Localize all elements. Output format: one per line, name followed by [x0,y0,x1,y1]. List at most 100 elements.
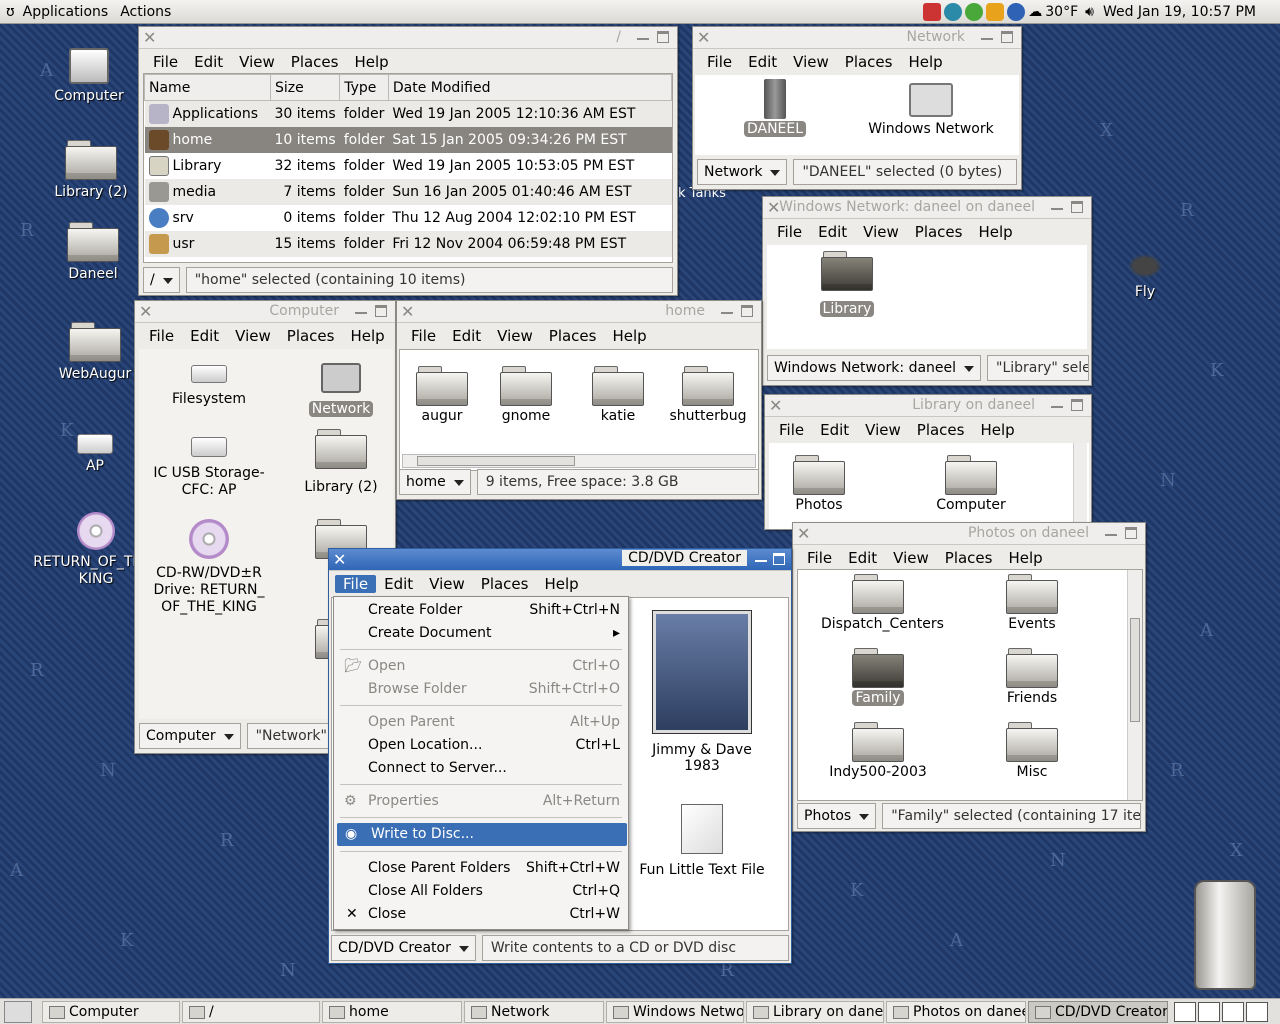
titlebar[interactable]: ✕/ [139,27,677,49]
close-icon[interactable]: ✕ [769,396,782,415]
close-icon[interactable]: ✕ [139,302,152,321]
table-row[interactable]: media7 itemsfolderSun 16 Jan 2005 01:40:… [145,179,672,205]
menu-view[interactable]: View [227,327,279,345]
show-desktop-icon[interactable] [4,1001,32,1023]
task-photos[interactable]: Photos on daneel [886,1001,1026,1023]
phone-icon[interactable] [923,3,941,21]
folder-family[interactable]: Family [818,648,938,706]
menu-places[interactable]: Places [937,549,1001,567]
menu-item-close-parent[interactable]: Close Parent FoldersShift+Ctrl+W [334,857,628,880]
folder-computer[interactable]: Computer [911,455,1031,513]
menu-help[interactable]: Help [1000,549,1050,567]
task-library[interactable]: Library on daneel [746,1001,884,1023]
titlebar[interactable]: ✕Library on daneel [765,395,1091,417]
item-filesystem[interactable]: Filesystem [149,365,269,407]
workspace-1[interactable] [1174,1002,1196,1022]
maximize-icon[interactable] [1071,201,1083,213]
minimize-icon[interactable] [981,28,993,40]
item-network[interactable]: Network [281,363,396,417]
menu-places[interactable]: Places [279,327,343,345]
menu-item-write-to-disc[interactable]: ◉Write to Disc... [337,823,627,846]
titlebar[interactable]: ✕Photos on daneel [793,523,1145,545]
share-library[interactable]: Library [787,251,907,317]
scrollbar[interactable] [1073,443,1087,530]
location-combo[interactable]: Computer [139,723,241,749]
menu-file[interactable]: File [799,549,840,567]
desktop-icon-fly[interactable]: Fly [1090,252,1200,300]
maximize-icon[interactable] [375,305,387,317]
menu-edit[interactable]: Edit [740,53,785,71]
item-usb-storage[interactable]: IC USB Storage-CFC: AP [149,437,269,499]
user-icon[interactable] [986,3,1004,21]
desktop-icon-library[interactable]: Library (2) [36,140,146,200]
location-combo[interactable]: / [143,267,180,293]
folder-friends[interactable]: Friends [972,648,1092,706]
workspace-4[interactable] [1246,1002,1268,1022]
close-icon[interactable]: ✕ [401,302,414,321]
menu-item-connect-server[interactable]: Connect to Server... [334,757,628,780]
scrollbar-thumb[interactable] [417,456,575,466]
maximize-icon[interactable] [741,305,753,317]
menu-help[interactable]: Help [972,421,1022,439]
menu-file[interactable]: File [769,223,810,241]
menu-view[interactable]: View [231,53,283,71]
task-cd-creator[interactable]: CD/DVD Creator [1028,1001,1168,1023]
menu-places[interactable]: Places [837,53,901,71]
close-icon[interactable]: ✕ [143,28,156,47]
folder-misc[interactable]: Misc [972,722,1092,780]
workspace-switcher[interactable] [1174,1002,1268,1022]
menu-item-properties[interactable]: ⚙PropertiesAlt+Return [334,790,628,813]
menu-view[interactable]: View [421,575,473,593]
maximize-icon[interactable] [1125,527,1137,539]
desktop-icon-computer[interactable]: Computer [34,48,144,104]
maximize-icon[interactable] [1001,31,1013,43]
menu-help[interactable]: Help [604,327,654,345]
menu-edit[interactable]: Edit [444,327,489,345]
titlebar[interactable]: ✕Computer [135,301,395,323]
location-combo[interactable]: Windows Network: daneel [767,355,981,381]
file-jimmy-dave-photo[interactable]: Jimmy & Dave 1983 [632,610,772,774]
weather-icon[interactable]: ☁ [1028,4,1042,20]
minimize-icon[interactable] [355,302,367,314]
titlebar[interactable]: ✕Network [693,27,1021,49]
item-library[interactable]: Library (2) [281,429,396,495]
applications-menu[interactable]: Applications [17,0,115,24]
folder-dispatch-centers[interactable]: Dispatch_Centers [818,574,938,632]
menu-item-open[interactable]: 📂︎OpenCtrl+O [334,655,628,678]
titlebar[interactable]: ✕Windows Network: daneel on daneel [763,197,1091,219]
maximize-icon[interactable] [773,553,785,565]
column-type[interactable]: Type [340,75,389,101]
menu-view[interactable]: View [855,223,907,241]
menu-view[interactable]: View [857,421,909,439]
menu-item-close-all[interactable]: Close All FoldersCtrl+Q [334,880,628,903]
task-windows-network[interactable]: Windows Networ [606,1001,744,1023]
check-icon[interactable] [1007,3,1025,21]
menu-item-open-parent[interactable]: Open ParentAlt+Up [334,711,628,734]
task-computer[interactable]: Computer [42,1001,180,1023]
menu-places[interactable]: Places [907,223,971,241]
menu-help[interactable]: Help [900,53,950,71]
network-item-windows-network[interactable]: Windows Network [861,79,1001,137]
volume-icon[interactable]: 🔊︎ [1085,4,1094,20]
menu-places[interactable]: Places [909,421,973,439]
column-name[interactable]: Name [145,75,271,101]
foot-icon[interactable]: ʊ [0,0,17,24]
minimize-icon[interactable] [755,550,767,562]
location-combo[interactable]: home [399,469,471,495]
column-date[interactable]: Date Modified [388,75,671,101]
titlebar[interactable]: ✕CD/DVD Creator [329,549,791,571]
task-root[interactable]: / [182,1001,320,1023]
menu-file[interactable]: File [335,575,376,593]
file-text[interactable]: Fun Little Text File [628,804,776,878]
close-icon[interactable]: ✕ [333,550,346,569]
menu-edit[interactable]: Edit [810,223,855,241]
minimize-icon[interactable] [637,28,649,40]
menu-file[interactable]: File [403,327,444,345]
scrollbar-thumb[interactable] [1130,618,1140,722]
network-item-daneel[interactable]: DANEEL [715,79,835,137]
menu-item-browse-folder[interactable]: Browse FolderShift+Ctrl+O [334,678,628,701]
location-combo[interactable]: Network [697,159,787,185]
desktop-icon-trash[interactable] [1180,880,1270,994]
sync-icon[interactable] [944,3,962,21]
clock[interactable]: Wed Jan 19, 10:57 PM [1103,4,1256,20]
